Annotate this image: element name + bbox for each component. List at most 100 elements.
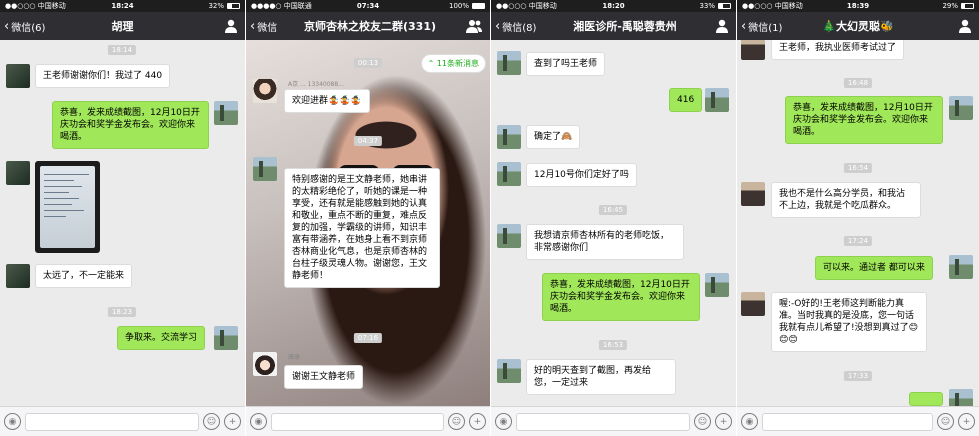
avatar[interactable] <box>705 273 729 297</box>
plus-icon[interactable]: + <box>958 413 975 430</box>
message-bubble: 12月10号你们定好了吗 <box>526 163 637 187</box>
message-bubble: 我想请京师杏林所有的老师吃饭，非常感谢你们 <box>526 224 684 260</box>
chat-panel-4: ●●○○○ 中国移动 18:39 29% ‹ 微信(1) 🎄大幻灵聪🐝 王老师，我… <box>737 0 979 436</box>
avatar[interactable] <box>253 79 277 103</box>
status-bar: ●●●●○ 中国联通 07:34 100% <box>246 0 490 12</box>
back-button[interactable]: ‹ 微信(6) <box>4 19 45 34</box>
avatar[interactable] <box>6 161 30 185</box>
nav-bar: ‹ 微信(8) 湘医诊所-禹聪蓉贵州 <box>491 12 736 40</box>
carrier-label: ●●○○○ 中国移动 <box>496 2 557 10</box>
status-bar: ●●○○○ 中国移动 18:39 29% <box>737 0 979 12</box>
message-bubble: 确定了🙈 <box>526 125 581 149</box>
back-label: 微信(1) <box>748 22 783 34</box>
score-screenshot-image[interactable] <box>35 161 100 253</box>
plus-icon[interactable]: + <box>715 413 732 430</box>
avatar[interactable] <box>214 101 238 125</box>
message-input[interactable] <box>271 412 444 431</box>
message-input[interactable] <box>516 412 690 431</box>
carrier-label: ●●●●○ 中国联通 <box>251 2 312 10</box>
battery-label: 33% <box>699 2 715 10</box>
carrier-label: ●●○○○ 中国移动 <box>5 2 66 10</box>
timestamp: 16:53 <box>598 340 628 350</box>
message-bubble: 好的明天查到了截图，再发给您，一定过来 <box>526 359 676 395</box>
avatar[interactable] <box>253 352 277 376</box>
message-bubble: 喔:-O好的!王老师这判断能力真准。当时我真的是没底，您一句话我就有点儿希望了!… <box>771 292 927 352</box>
plus-icon[interactable]: + <box>469 413 486 430</box>
message-bubble: 恭喜，发来成绩截图，12月10日开庆功会和奖学金发布会。欢迎你来喝酒。 <box>785 96 943 144</box>
voice-icon[interactable]: ◉ <box>4 413 21 430</box>
group-icon[interactable] <box>466 19 482 33</box>
avatar[interactable] <box>497 224 521 248</box>
battery-icon <box>227 3 240 9</box>
voice-icon[interactable]: ◉ <box>741 413 758 430</box>
timestamp: 00:13 <box>353 58 383 68</box>
message-bubble <box>909 392 943 406</box>
avatar[interactable] <box>497 125 521 149</box>
back-button[interactable]: ‹ 微信 <box>250 19 277 34</box>
avatar[interactable] <box>741 292 765 316</box>
chevron-left-icon: ‹ <box>250 18 256 34</box>
timestamp: 18:14 <box>107 45 137 55</box>
battery-label: 29% <box>942 2 958 10</box>
message-bubble: 特别感谢的是王文静老师，她串讲的太精彩绝伦了，听她的课是一种享受，还有就是能感触… <box>284 168 440 288</box>
person-icon[interactable] <box>225 19 237 33</box>
chevron-left-icon: ‹ <box>4 18 10 34</box>
avatar[interactable] <box>6 264 30 288</box>
avatar[interactable] <box>741 182 765 206</box>
message-bubble: 我也不是什么高分学员，和我沾不上边，我就是个吃瓜群众。 <box>771 182 921 218</box>
back-label: 微信 <box>257 22 278 34</box>
status-bar: ●●○○○ 中国移动 18:24 32% <box>0 0 245 12</box>
chat-panel-3: ●●○○○ 中国移动 18:20 33% ‹ 微信(8) 湘医诊所-禹聪蓉贵州 查… <box>491 0 736 436</box>
new-messages-label: 11条新消息 <box>436 59 479 68</box>
message-bubble: 太远了，不一定能来 <box>35 264 133 288</box>
timestamp: 16:48 <box>843 78 873 88</box>
avatar[interactable] <box>497 359 521 383</box>
input-bar: ◉ ☺ + <box>246 406 490 436</box>
new-messages-badge[interactable]: ⌃ 11条新消息 <box>420 54 486 73</box>
emoji-icon[interactable]: ☺ <box>937 413 954 430</box>
avatar[interactable] <box>497 51 521 75</box>
person-icon[interactable] <box>716 19 728 33</box>
chat-panel-2: ●●●●○ 中国联通 07:34 100% ‹ 微信 京师杏林之校友二群(331)… <box>246 0 490 436</box>
avatar[interactable] <box>214 326 238 350</box>
back-label: 微信(6) <box>11 22 46 34</box>
timestamp: 16:54 <box>843 163 873 173</box>
message-input[interactable] <box>25 412 199 431</box>
timestamp: 18:23 <box>107 307 137 317</box>
avatar[interactable] <box>705 88 729 112</box>
back-button[interactable]: ‹ 微信(8) <box>495 19 536 34</box>
emoji-icon[interactable]: ☺ <box>448 413 465 430</box>
chat-title: 胡理 <box>111 20 134 33</box>
avatar[interactable] <box>6 64 30 88</box>
battery-icon <box>472 3 485 9</box>
avatar[interactable] <box>253 157 277 181</box>
message-bubble: 恭喜，发来成绩截图，12月10日开庆功会和奖学金发布会。欢迎你来喝酒。 <box>52 101 209 149</box>
message-bubble: 王老师谢谢你们！我过了 440 <box>35 64 171 88</box>
clock: 18:39 <box>846 2 870 10</box>
message-bubble: 恭喜，发来成绩截图，12月10日开庆功会和奖学金发布会。欢迎你来喝酒。 <box>542 273 700 321</box>
clock: 18:24 <box>111 2 134 10</box>
chat-title: 京师杏林之校友二群(331) <box>303 20 437 33</box>
back-button[interactable]: ‹ 微信(1) <box>741 19 782 34</box>
emoji-icon[interactable]: ☺ <box>203 413 220 430</box>
clock: 07:34 <box>356 2 380 10</box>
clock: 18:20 <box>602 2 625 10</box>
input-bar: ◉ ☺ + <box>0 406 245 436</box>
message-input[interactable] <box>762 412 933 431</box>
timestamp: 17:24 <box>843 236 873 246</box>
nav-bar: ‹ 微信(1) 🎄大幻灵聪🐝 <box>737 12 979 40</box>
timestamp: 07:16 <box>353 333 383 343</box>
avatar[interactable] <box>949 96 973 120</box>
nav-bar: ‹ 微信(6) 胡理 <box>0 12 245 40</box>
emoji-icon[interactable]: ☺ <box>694 413 711 430</box>
person-icon[interactable] <box>959 19 971 33</box>
voice-icon[interactable]: ◉ <box>495 413 512 430</box>
chat-title: 🎄大幻灵聪🐝 <box>822 20 894 33</box>
plus-icon[interactable]: + <box>224 413 241 430</box>
avatar[interactable] <box>497 162 521 186</box>
battery-label: 32% <box>208 2 224 10</box>
voice-icon[interactable]: ◉ <box>250 413 267 430</box>
message-bubble: 欢迎进群🤹🤹🤹 <box>284 89 370 113</box>
avatar[interactable] <box>949 255 973 279</box>
chevron-left-icon: ‹ <box>495 18 501 34</box>
